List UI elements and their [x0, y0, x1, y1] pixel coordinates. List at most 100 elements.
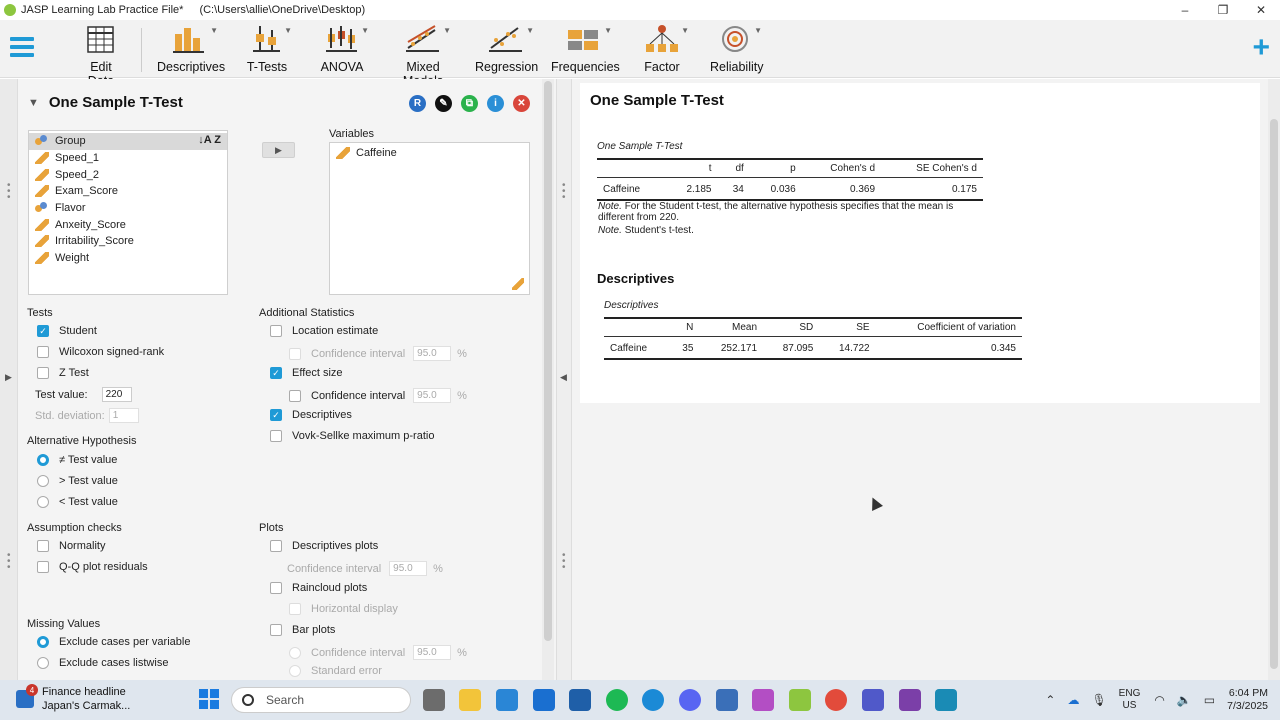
results-title[interactable]: One Sample T-Test	[590, 92, 724, 109]
anova-icon: ▼	[325, 24, 369, 56]
mail-icon[interactable]	[533, 689, 555, 711]
variable-item[interactable]: Speed_1	[29, 150, 227, 167]
location-ci-checkbox[interactable]: Confidence interval 95.0%	[289, 346, 467, 361]
variable-item[interactable]: Flavor	[29, 200, 227, 217]
file-explorer-icon[interactable]	[459, 689, 481, 711]
regression-module-button[interactable]: ▼ Regression	[475, 24, 539, 74]
results-scrollbar[interactable]	[1268, 79, 1280, 680]
clipchamp-icon[interactable]	[899, 689, 921, 711]
checkmark-icon: ✓	[270, 367, 282, 379]
app-window-icon[interactable]	[935, 689, 957, 711]
chevron-up-icon[interactable]: ⌃	[1045, 693, 1055, 707]
close-window-button[interactable]: ✕	[1242, 0, 1280, 20]
app-icon[interactable]	[569, 689, 591, 711]
move-variable-arrow-button[interactable]: ▶	[262, 142, 295, 158]
collapse-triangle-icon[interactable]: ▼	[28, 97, 39, 109]
battery-icon[interactable]: ▭	[1204, 693, 1215, 707]
minimize-button[interactable]: –	[1166, 0, 1204, 20]
clock[interactable]: 6:04 PM 7/3/2025	[1227, 687, 1268, 713]
r-syntax-button[interactable]: R	[409, 95, 426, 112]
reliability-module-button[interactable]: ▼ Reliability	[710, 24, 764, 74]
variable-item[interactable]: Speed_2	[29, 166, 227, 183]
teams-icon[interactable]	[862, 689, 884, 711]
volume-icon[interactable]: 🔈	[1177, 693, 1192, 707]
selected-variables-list[interactable]: Caffeine	[329, 142, 530, 295]
panel-splitter[interactable]: • • • ◀ • • •	[556, 79, 572, 680]
anova-module-button[interactable]: ▼ ANOVA	[320, 24, 369, 74]
regression-label: Regression	[475, 60, 539, 74]
snipping-tool-icon[interactable]	[716, 689, 738, 711]
location-estimate-checkbox[interactable]: Location estimate	[270, 325, 378, 337]
onedrive-cloud-icon[interactable]: ☁	[1067, 693, 1079, 707]
student-checkbox[interactable]: ✓ Student	[37, 325, 97, 337]
microphone-icon[interactable]: 🎙	[1091, 693, 1106, 707]
desc-plots-ci-input[interactable]: 95.0	[389, 561, 428, 576]
windows-start-icon[interactable]	[199, 689, 219, 709]
edge-icon[interactable]	[642, 689, 664, 711]
m365-icon[interactable]	[752, 689, 774, 711]
standard-error-radio[interactable]: Standard error	[289, 665, 382, 677]
news-widget[interactable]: 4 Finance headline Japan's Carmak...	[16, 684, 130, 713]
test-value-input[interactable]: 220	[101, 387, 132, 402]
variable-item[interactable]: Anxeity_Score	[29, 216, 227, 233]
std-deviation-input[interactable]: 1	[108, 408, 139, 423]
gt-test-value-radio[interactable]: > Test value	[37, 475, 118, 487]
missing-values-label: Missing Values	[27, 618, 101, 630]
spotify-icon[interactable]	[606, 689, 628, 711]
results-output: One Sample T-Test One Sample T-Test t df…	[580, 83, 1260, 403]
effect-size-ci-checkbox[interactable]: Confidence interval 95.0%	[289, 388, 467, 403]
chrome-icon[interactable]	[825, 689, 847, 711]
factor-module-button[interactable]: ▼ Factor	[644, 24, 689, 74]
bar-ci-input[interactable]: 95.0	[413, 645, 452, 660]
sort-variables-icon[interactable]: ↓A Z	[198, 134, 221, 146]
ttest-table: t df p Cohen's d SE Cohen's d Caffeine 2…	[597, 158, 983, 201]
raincloud-plots-checkbox[interactable]: Raincloud plots	[270, 582, 367, 594]
bar-plots-checkbox[interactable]: Bar plots	[270, 624, 335, 636]
qq-plot-checkbox[interactable]: Q-Q plot residuals	[37, 561, 148, 573]
horizontal-display-checkbox[interactable]: Horizontal display	[289, 603, 398, 615]
discord-icon[interactable]	[679, 689, 701, 711]
options-scrollbar[interactable]	[542, 79, 554, 680]
selected-variable-item[interactable]: Caffeine	[330, 145, 529, 162]
variable-item[interactable]: Irritability_Score	[29, 233, 227, 250]
add-module-plus-icon[interactable]: +	[1252, 33, 1270, 63]
alt-hypothesis-label: Alternative Hypothesis	[27, 435, 137, 447]
taskbar-search-box[interactable]: Search	[231, 687, 411, 713]
exclude-per-variable-radio[interactable]: Exclude cases per variable	[37, 636, 190, 648]
store-icon[interactable]	[496, 689, 518, 711]
maximize-button[interactable]: ❐	[1204, 0, 1242, 20]
wilcoxon-checkbox[interactable]: Wilcoxon signed-rank	[37, 346, 164, 358]
hamburger-menu-icon[interactable]	[10, 37, 34, 59]
exclude-listwise-radio[interactable]: Exclude cases listwise	[37, 657, 168, 669]
test-value-label: Test value:	[35, 388, 88, 401]
analysis-title[interactable]: One Sample T-Test	[49, 94, 183, 111]
frequencies-module-button[interactable]: ▼ Frequencies	[551, 24, 620, 74]
available-variables-list[interactable]: ↓A Z Group Speed_1 Speed_2 Exam_Score Fl…	[28, 130, 228, 295]
edit-title-pencil-icon[interactable]: ✎	[435, 95, 452, 112]
variable-item[interactable]: Weight	[29, 250, 227, 267]
ttests-module-button[interactable]: ▼ T-Tests	[246, 24, 292, 74]
effect-size-ci-input[interactable]: 95.0	[413, 388, 452, 403]
task-view-icon[interactable]	[423, 689, 445, 711]
language-indicator[interactable]: ENG US	[1119, 688, 1141, 712]
variable-item[interactable]: Exam_Score	[29, 183, 227, 200]
neq-test-value-radio[interactable]: ≠ Test value	[37, 454, 117, 466]
remove-analysis-icon[interactable]: ✕	[513, 95, 530, 112]
descriptives-checkbox[interactable]: ✓ Descriptives	[270, 409, 352, 421]
bar-ci-radio[interactable]: Confidence interval 95.0%	[289, 645, 467, 660]
info-icon[interactable]: i	[487, 95, 504, 112]
location-ci-input[interactable]: 95.0	[413, 346, 452, 361]
descriptives-title[interactable]: Descriptives	[597, 271, 674, 286]
descriptives-plots-checkbox[interactable]: Descriptives plots	[270, 540, 378, 552]
effect-size-checkbox[interactable]: ✓ Effect size	[270, 367, 343, 379]
wifi-icon[interactable]: ◠	[1154, 693, 1164, 707]
lt-test-value-radio[interactable]: < Test value	[37, 496, 118, 508]
vovk-sellke-checkbox[interactable]: Vovk-Sellke maximum p-ratio	[270, 430, 434, 442]
normality-checkbox[interactable]: Normality	[37, 540, 105, 552]
analysis-header[interactable]: ▼ One Sample T-Test	[28, 94, 183, 111]
jasp-taskbar-icon[interactable]	[789, 689, 811, 711]
z-test-checkbox[interactable]: Z Test	[37, 367, 89, 379]
left-collapse-handle[interactable]: • • • ▶ • • •	[0, 79, 18, 680]
duplicate-analysis-icon[interactable]: ⧉	[461, 95, 478, 112]
descriptives-module-button[interactable]: ▼ Descriptives	[157, 24, 225, 74]
